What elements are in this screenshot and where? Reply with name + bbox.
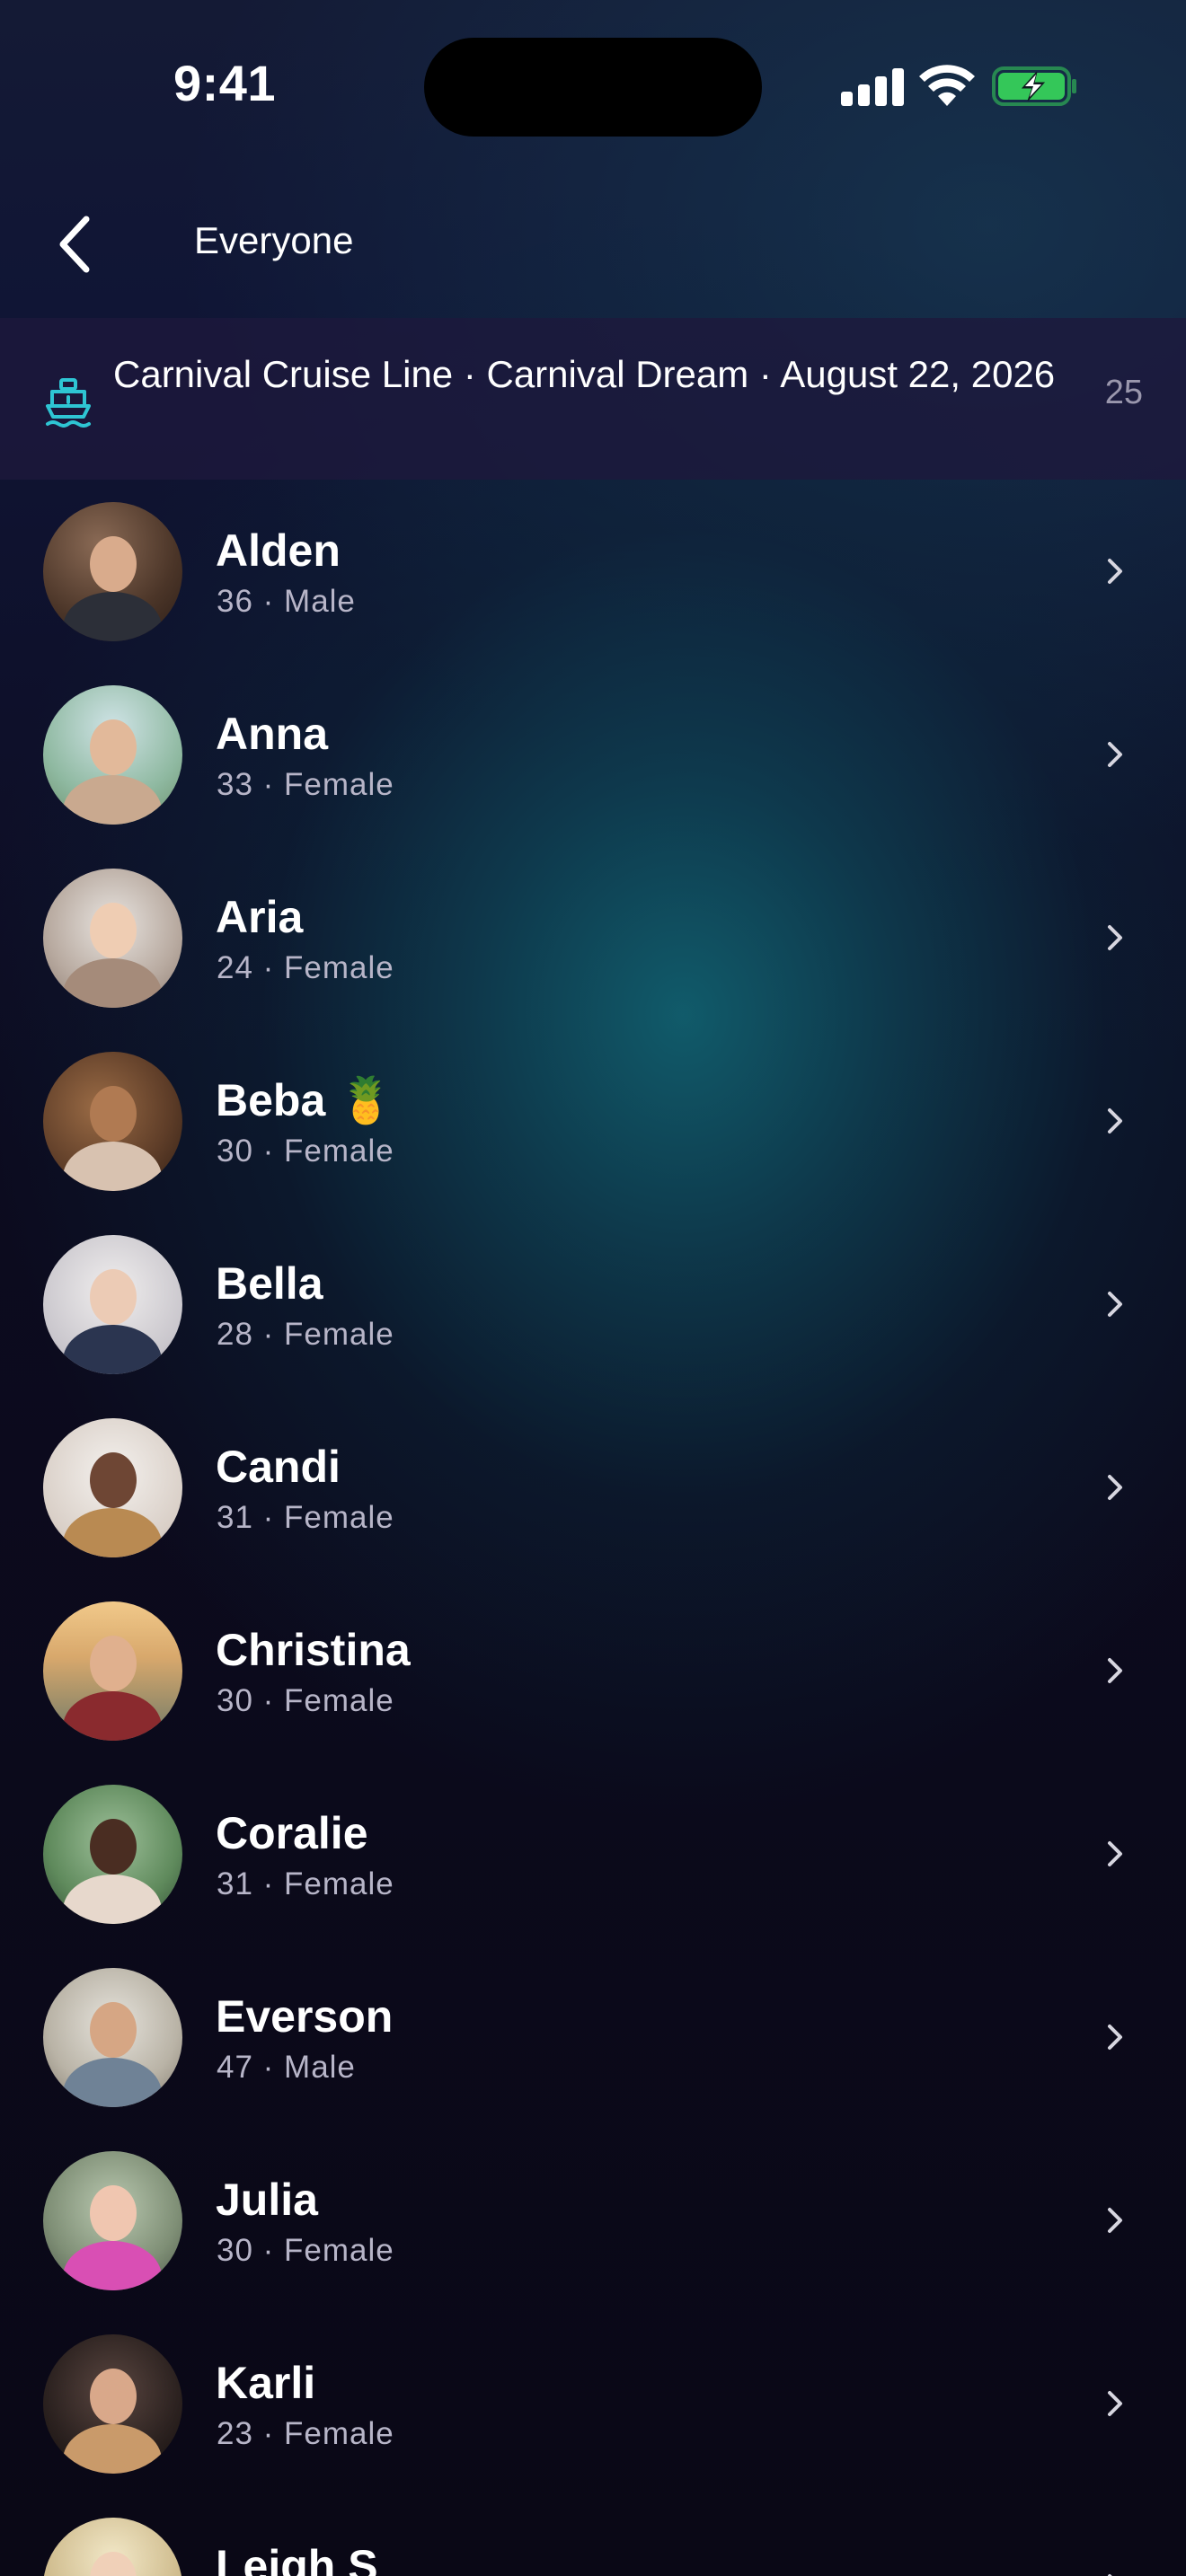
chevron-right-icon (1108, 742, 1122, 767)
avatar (43, 1418, 182, 1557)
wifi-icon (919, 65, 975, 106)
page-title: Everyone (194, 219, 354, 261)
person-age-gender: 36 · Male (217, 584, 356, 619)
people-list: Alden 36 · Male Anna 33 · Female Aria 24… (0, 480, 1186, 2576)
avatar (43, 2518, 182, 2576)
chevron-right-icon (1108, 559, 1122, 584)
avatar (43, 1968, 182, 2107)
person-age-gender: 28 · Female (217, 1317, 394, 1352)
person-age-gender: 33 · Female (217, 767, 394, 802)
person-name: Candi (216, 1442, 341, 1492)
chevron-right-icon (1108, 2391, 1122, 2416)
chevron-right-icon (1108, 1658, 1122, 1683)
person-name: Bella (216, 1258, 323, 1309)
avatar (43, 2334, 182, 2474)
chevron-right-icon (1108, 2208, 1122, 2233)
person-name: Coralie (216, 1808, 368, 1858)
cellular-signal-icon (841, 68, 904, 106)
list-item[interactable]: Christina 30 · Female (0, 1579, 1186, 1762)
chevron-right-icon (1108, 1475, 1122, 1500)
trip-label: Carnival Cruise Line · Carnival Dream · … (113, 353, 1056, 395)
person-age-gender: 47 · Male (217, 2050, 356, 2085)
person-name: Beba 🍍 (216, 1075, 394, 1125)
dynamic-island (424, 38, 762, 137)
avatar (43, 1235, 182, 1374)
avatar (43, 1785, 182, 1924)
chevron-right-icon (1108, 1841, 1122, 1866)
list-item[interactable]: Candi 31 · Female (0, 1396, 1186, 1579)
person-name: Christina (216, 1625, 411, 1675)
list-item[interactable]: Julia 30 · Female (0, 2129, 1186, 2312)
list-item[interactable]: Coralie 31 · Female (0, 1762, 1186, 1945)
status-bar: 9:41 (0, 0, 1186, 171)
chevron-right-icon (1108, 2025, 1122, 2050)
chevron-right-icon (1108, 1292, 1122, 1317)
navigation-bar: Everyone (0, 180, 1186, 314)
person-age-gender: 30 · Female (217, 2233, 394, 2268)
trip-member-count: 25 (1104, 374, 1143, 411)
chevron-right-icon (1108, 925, 1122, 950)
status-time: 9:41 (173, 55, 277, 111)
app-screen: 9:41 Everyone Carnival Cruise Line · Car… (0, 0, 1186, 2576)
person-name: Anna (216, 709, 328, 759)
ship-icon (46, 378, 91, 428)
chevron-right-icon (1108, 1108, 1122, 1134)
person-name: Karli (216, 2358, 316, 2408)
avatar (43, 869, 182, 1008)
avatar (43, 685, 182, 825)
list-item[interactable]: Alden 36 · Male (0, 480, 1186, 663)
person-age-gender: 23 · Female (217, 2416, 394, 2451)
avatar (43, 502, 182, 641)
trip-banner[interactable]: Carnival Cruise Line · Carnival Dream · … (0, 318, 1186, 480)
person-age-gender: 31 · Female (217, 1500, 394, 1535)
person-age-gender: 31 · Female (217, 1866, 394, 1901)
avatar (43, 1052, 182, 1191)
person-age-gender: 30 · Female (217, 1134, 394, 1169)
person-age-gender: 30 · Female (217, 1683, 394, 1718)
person-name: Alden (216, 525, 341, 576)
avatar (43, 2151, 182, 2290)
person-name: Everson (216, 1991, 394, 2042)
person-name: Julia (216, 2175, 318, 2225)
list-item[interactable]: Anna 33 · Female (0, 663, 1186, 846)
person-age-gender: 24 · Female (217, 950, 394, 985)
list-item[interactable]: Karli 23 · Female (0, 2312, 1186, 2495)
list-item[interactable]: Aria 24 · Female (0, 846, 1186, 1029)
list-item[interactable]: Bella 28 · Female (0, 1213, 1186, 1396)
list-item[interactable]: Beba 🍍 30 · Female (0, 1029, 1186, 1213)
person-name: Leigh S (216, 2541, 378, 2576)
back-button[interactable] (45, 208, 108, 280)
list-item[interactable]: Everson 47 · Male (0, 1945, 1186, 2129)
avatar (43, 1601, 182, 1741)
person-name: Aria (216, 892, 304, 942)
battery-charging-icon (992, 66, 1076, 106)
list-item[interactable]: Leigh S (0, 2495, 1186, 2576)
chevron-right-icon (1108, 2574, 1112, 2576)
